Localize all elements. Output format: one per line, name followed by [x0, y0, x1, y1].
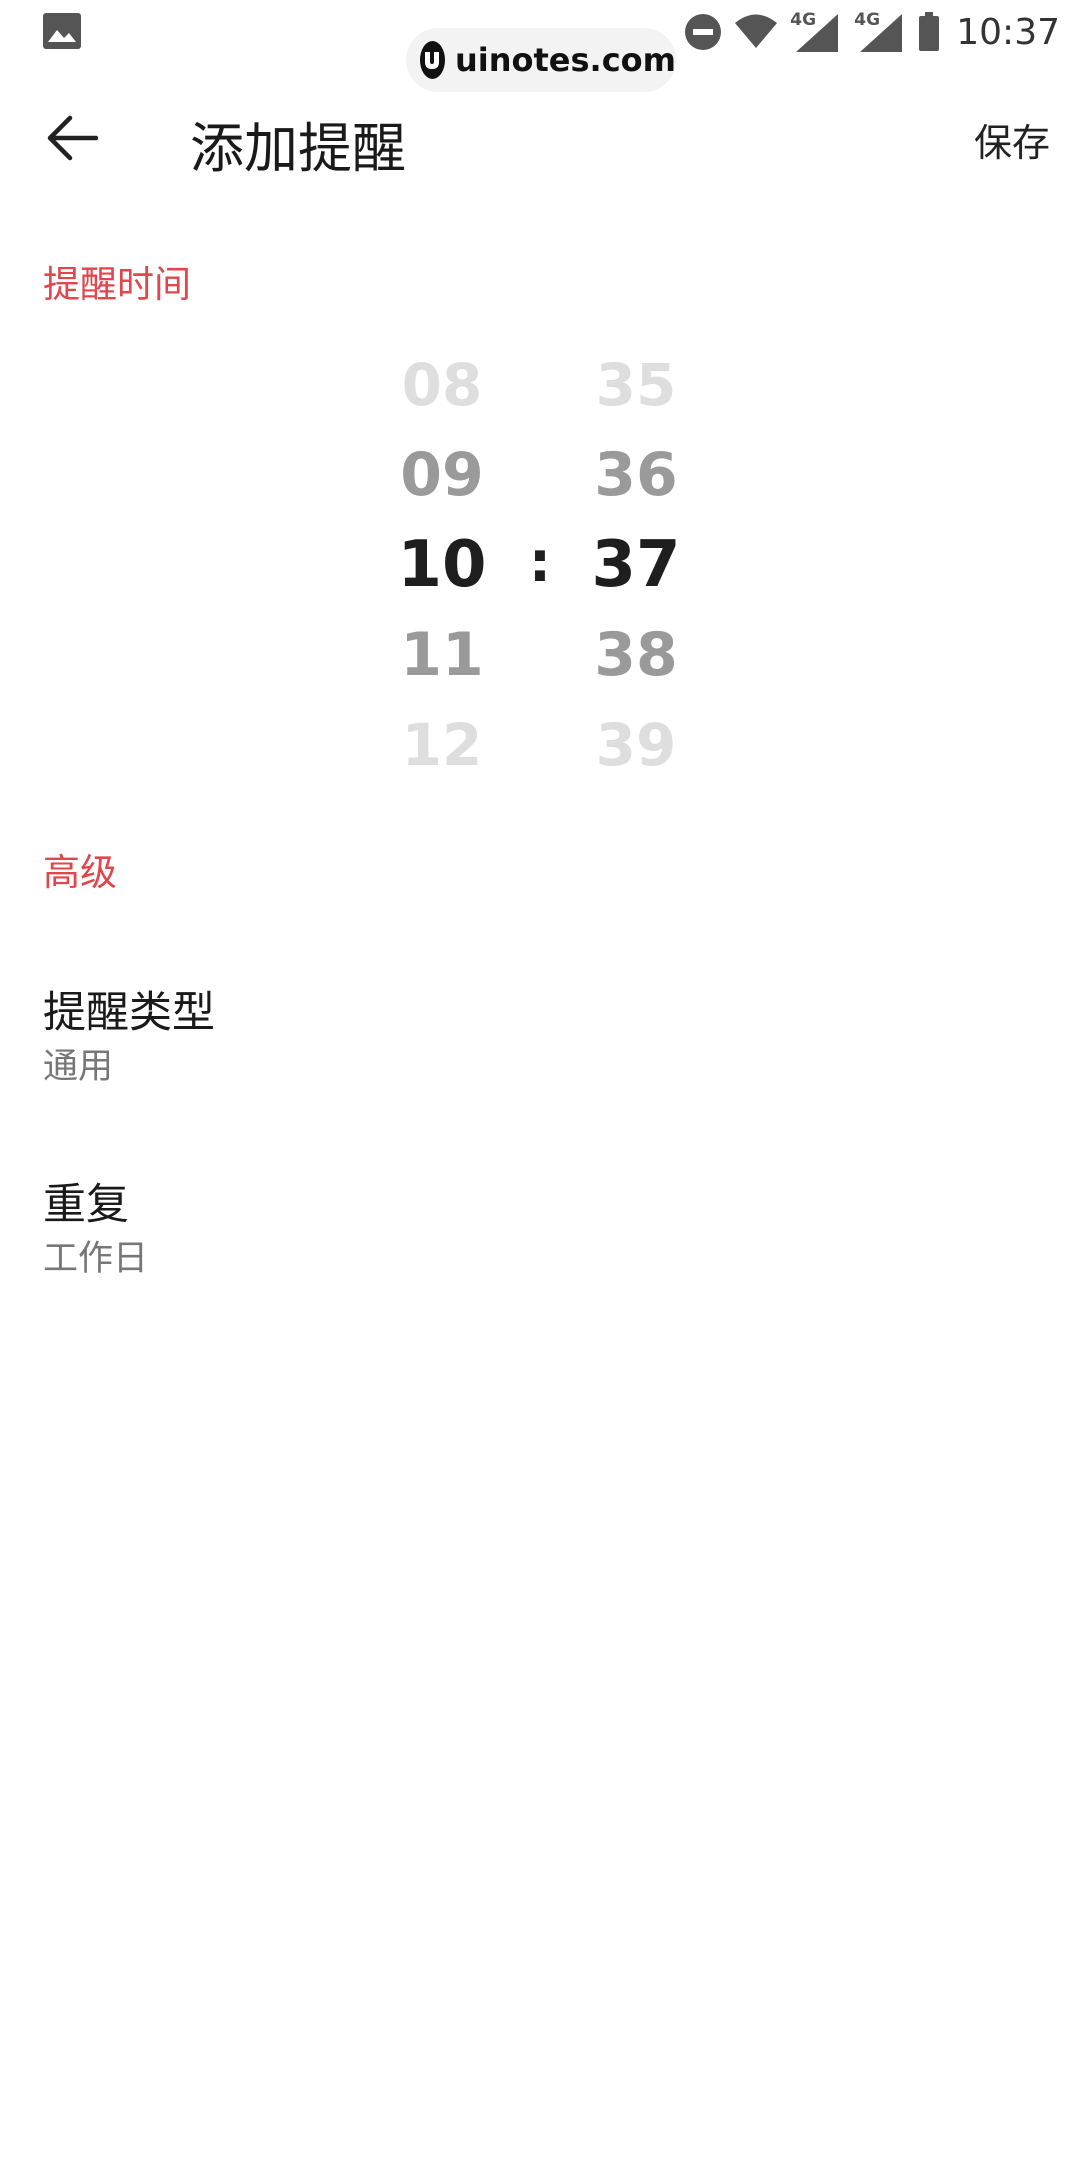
gallery-icon — [42, 12, 82, 50]
network-type-label: 4G — [790, 10, 817, 30]
watermark-logo-icon — [420, 41, 445, 79]
hour-option[interactable]: 08 — [362, 340, 522, 430]
network-type-label: 4G — [854, 10, 881, 30]
watermark-text: uinotes.com — [454, 41, 676, 79]
setting-title: 提醒类型 — [43, 988, 215, 1038]
arrow-left-icon — [47, 115, 98, 161]
watermark-badge: uinotes.com — [406, 28, 676, 92]
hour-option[interactable]: 09 — [362, 430, 522, 520]
page-title: 添加提醒 — [190, 117, 406, 180]
status-time: 10:37 — [956, 11, 1060, 53]
signal-icon: 4G — [854, 10, 906, 54]
minute-option[interactable]: 35 — [556, 340, 716, 430]
status-icons: 4G 4G 10:37 — [684, 8, 1060, 56]
dnd-icon — [685, 14, 722, 50]
time-picker: 08 09 10 11 12 : 35 36 37 38 39 — [0, 340, 1080, 790]
setting-value: 工作日 — [43, 1239, 149, 1279]
section-header-reminder-time: 提醒时间 — [43, 263, 191, 306]
hour-wheel[interactable]: 08 09 10 11 12 — [362, 340, 522, 790]
setting-reminder-type[interactable]: 提醒类型 通用 — [0, 978, 1080, 1138]
add-reminder-screen: 4G 4G 10:37 uinotes.com 添加提醒 保存 提醒时间 08 … — [0, 0, 1080, 2160]
minute-option[interactable]: 39 — [556, 700, 716, 790]
setting-value: 通用 — [43, 1047, 114, 1087]
app-bar: 添加提醒 保存 — [0, 90, 1080, 186]
setting-repeat[interactable]: 重复 工作日 — [0, 1170, 1080, 1330]
save-button[interactable]: 保存 — [974, 112, 1050, 167]
minute-wheel[interactable]: 35 36 37 38 39 — [556, 340, 716, 790]
wifi-icon — [735, 14, 778, 48]
setting-title: 重复 — [43, 1180, 129, 1230]
hour-option-selected[interactable]: 10 — [362, 520, 522, 610]
hour-option[interactable]: 12 — [362, 700, 522, 790]
signal-icon: 4G — [790, 10, 842, 54]
minute-option[interactable]: 38 — [556, 610, 716, 700]
battery-icon — [919, 12, 940, 51]
minute-option[interactable]: 36 — [556, 430, 716, 520]
minute-option-selected[interactable]: 37 — [556, 520, 716, 610]
hour-option[interactable]: 11 — [362, 610, 522, 700]
back-button[interactable] — [40, 110, 104, 166]
section-header-advanced: 高级 — [43, 851, 117, 894]
time-separator: : — [528, 530, 552, 595]
